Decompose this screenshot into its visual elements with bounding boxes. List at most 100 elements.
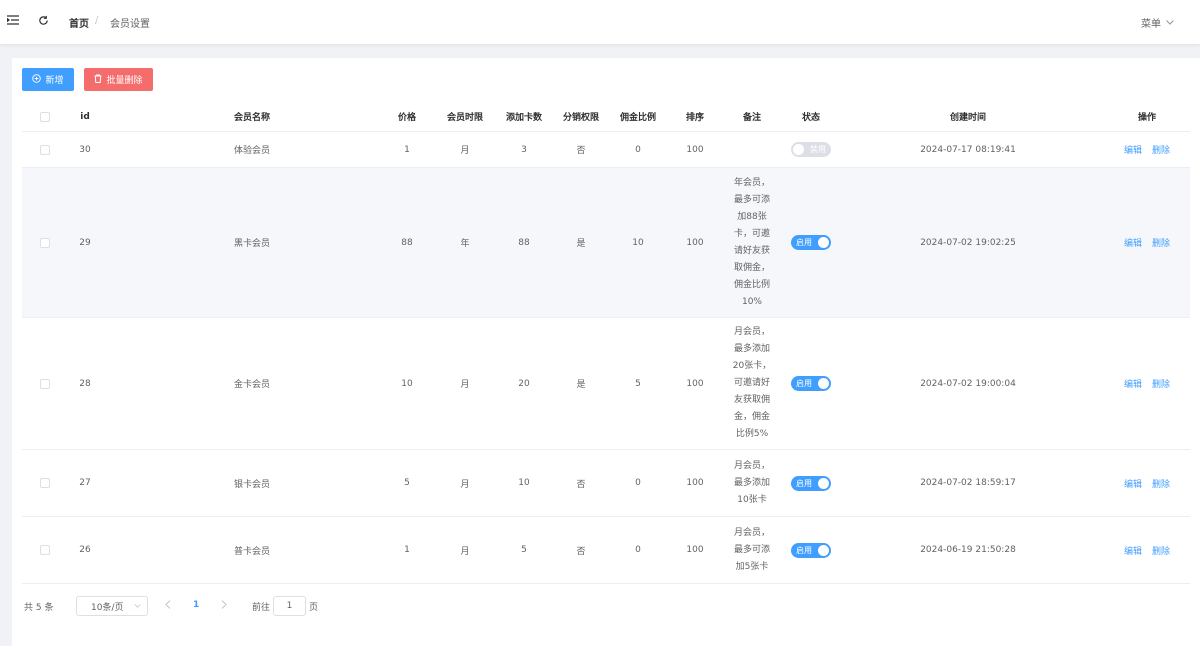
row-checkbox[interactable] bbox=[38, 168, 52, 317]
table-row: 29 黑卡会员 88 年 88 是 10 100 年会员， 最多可添 加88张 卡，可邀 请好友… bbox=[22, 168, 1190, 318]
cell-id: 27 bbox=[79, 478, 91, 488]
cell-cards: 20 bbox=[518, 378, 530, 389]
status-switch-label: 禁用 bbox=[810, 145, 826, 154]
status-switch[interactable]: 启用 bbox=[791, 235, 831, 250]
pagination-total: 共 5 条 bbox=[24, 603, 54, 613]
chevron-down-icon bbox=[134, 601, 141, 611]
header-price: 价格 bbox=[397, 113, 416, 123]
cell-name: 体验会员 bbox=[233, 146, 270, 156]
cell-remark: 年会员， 最多可添 加88张 卡，可邀 请好友获 取佣金， 佣金比例 10% bbox=[733, 177, 770, 307]
add-button[interactable]: 新增 bbox=[22, 68, 74, 91]
cell-commission: 0 bbox=[635, 478, 641, 488]
header-sort: 排序 bbox=[685, 113, 704, 123]
row-checkbox[interactable] bbox=[38, 450, 52, 516]
delete-link[interactable]: 删除 bbox=[1152, 544, 1170, 557]
cell-period: 年 bbox=[460, 239, 470, 249]
batch-delete-button[interactable]: 批量删除 bbox=[84, 68, 153, 91]
breadcrumb-separator: / bbox=[95, 15, 99, 26]
edit-link[interactable]: 编辑 bbox=[1124, 143, 1142, 156]
refresh-icon[interactable] bbox=[36, 13, 50, 27]
cell-id: 26 bbox=[79, 545, 91, 555]
menu-label: 菜单 bbox=[1141, 19, 1161, 30]
cell-name: 黑卡会员 bbox=[233, 239, 270, 249]
status-switch-label: 启用 bbox=[796, 478, 812, 488]
delete-link[interactable]: 删除 bbox=[1152, 477, 1170, 490]
delete-link[interactable]: 删除 bbox=[1152, 236, 1170, 249]
select-all-checkbox[interactable] bbox=[38, 102, 52, 131]
table-row: 27 银卡会员 5 月 10 否 0 100 月会员， 最多添加 10张卡 启用 2024-07-0… bbox=[22, 450, 1190, 517]
cell-period: 月 bbox=[460, 479, 470, 490]
status-switch[interactable]: 启用 bbox=[791, 475, 831, 491]
cell-commission: 0 bbox=[635, 144, 641, 155]
next-page-icon[interactable] bbox=[221, 600, 227, 612]
cell-cards: 88 bbox=[518, 237, 530, 248]
cell-status: 启用 bbox=[781, 168, 841, 317]
cell-cards: 10 bbox=[518, 478, 530, 488]
chevron-down-icon bbox=[1166, 17, 1174, 28]
cell-created: 2024-07-02 19:02:25 bbox=[920, 237, 1016, 248]
switch-knob bbox=[818, 477, 829, 489]
top-navbar: 首页 / 会员设置 菜单 bbox=[0, 0, 1200, 44]
plus-circle-icon bbox=[32, 73, 42, 86]
cell-price: 1 bbox=[404, 144, 410, 155]
cell-status: 启用 bbox=[781, 318, 841, 449]
goto-page-input[interactable]: 1 bbox=[273, 596, 306, 616]
breadcrumb-current: 会员设置 bbox=[110, 19, 150, 30]
cell-status: 启用 bbox=[781, 517, 841, 583]
switch-knob bbox=[793, 144, 804, 155]
cell-remark: 月会员， 最多添加 20张卡， 可邀请好 友获取佣 金，佣金 比例5% bbox=[732, 327, 772, 439]
edit-link[interactable]: 编辑 bbox=[1124, 377, 1142, 390]
page-size-select[interactable]: 10条/页 bbox=[76, 596, 148, 616]
hamburger-fold-icon[interactable] bbox=[6, 13, 20, 27]
cell-sort: 100 bbox=[686, 237, 704, 248]
menu-dropdown[interactable]: 菜单 bbox=[1141, 15, 1174, 30]
prev-page-icon[interactable] bbox=[165, 600, 171, 612]
header-name: 会员名称 bbox=[233, 113, 270, 123]
cell-distribution: 否 bbox=[576, 146, 586, 156]
cell-price: 88 bbox=[401, 237, 413, 248]
cell-created: 2024-07-17 08:19:41 bbox=[920, 144, 1016, 155]
cell-sort: 100 bbox=[686, 378, 704, 389]
cell-status: 启用 bbox=[781, 450, 841, 516]
table-row: 30 体验会员 1 月 3 否 0 100 禁用 2024-07-17 08:19:41 编辑 删除 bbox=[22, 132, 1190, 168]
cell-name: 普卡会员 bbox=[233, 546, 270, 557]
status-switch[interactable]: 禁用 bbox=[791, 142, 831, 157]
cell-distribution: 否 bbox=[576, 546, 586, 557]
trash-icon bbox=[94, 74, 102, 86]
header-id: id bbox=[80, 111, 90, 122]
switch-knob bbox=[818, 237, 829, 248]
page-size-value: 10条/页 bbox=[91, 602, 124, 613]
breadcrumb-home[interactable]: 首页 bbox=[69, 15, 89, 30]
status-switch[interactable]: 启用 bbox=[791, 542, 831, 558]
edit-link[interactable]: 编辑 bbox=[1124, 544, 1142, 557]
table-row: 28 金卡会员 10 月 20 是 5 100 月会员， 最多添加 20张卡， 可邀请好 友获取… bbox=[22, 318, 1190, 450]
status-switch[interactable]: 启用 bbox=[791, 376, 831, 391]
row-checkbox[interactable] bbox=[38, 132, 52, 167]
delete-link[interactable]: 删除 bbox=[1152, 377, 1170, 390]
cell-sort: 100 bbox=[686, 545, 704, 555]
member-table: id 会员名称 价格 会员时限 添加卡数 分销权限 佣金比例 排序 备注 状态 … bbox=[22, 102, 1190, 584]
cell-price: 10 bbox=[401, 378, 413, 389]
header-period: 会员时限 bbox=[446, 113, 483, 123]
header-commission: 佣金比例 bbox=[619, 113, 656, 123]
goto-suffix: 页 bbox=[309, 603, 319, 613]
status-switch-label: 启用 bbox=[796, 545, 812, 555]
table-row: 26 普卡会员 1 月 5 否 0 100 月会员， 最多可添 加5张卡 启用 2024-06-19… bbox=[22, 517, 1190, 584]
delete-link[interactable]: 删除 bbox=[1152, 143, 1170, 156]
cell-sort: 100 bbox=[686, 144, 704, 155]
row-checkbox[interactable] bbox=[38, 517, 52, 583]
edit-link[interactable]: 编辑 bbox=[1124, 236, 1142, 249]
row-checkbox[interactable] bbox=[38, 318, 52, 449]
cell-actions: 编辑 删除 bbox=[1102, 168, 1192, 317]
cell-distribution: 是 bbox=[576, 239, 586, 249]
cell-distribution: 否 bbox=[576, 479, 586, 490]
status-switch-label: 启用 bbox=[796, 379, 812, 388]
cell-period: 月 bbox=[460, 546, 470, 557]
edit-link[interactable]: 编辑 bbox=[1124, 477, 1142, 490]
cell-commission: 10 bbox=[632, 237, 644, 248]
cell-id: 29 bbox=[79, 237, 91, 248]
batch-delete-label: 批量删除 bbox=[106, 76, 143, 86]
page-number-current[interactable]: 1 bbox=[193, 600, 199, 610]
header-remark: 备注 bbox=[742, 113, 761, 123]
cell-remark: 月会员， 最多可添 加5张卡 bbox=[733, 527, 770, 572]
